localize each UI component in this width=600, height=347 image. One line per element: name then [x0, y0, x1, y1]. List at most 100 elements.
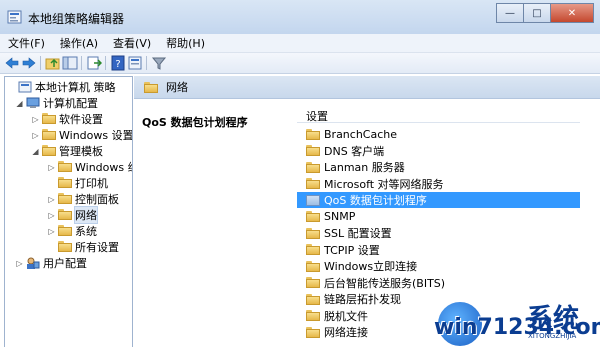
- tree-label: 管理模板: [59, 145, 103, 158]
- folder-icon: [306, 326, 320, 338]
- list-item-label: 链路层拓扑发现: [324, 293, 401, 306]
- menu-bar: 文件(F) 操作(A) 查看(V) 帮助(H): [0, 34, 600, 53]
- tree-node-printers[interactable]: 打印机: [47, 175, 108, 191]
- folder-icon: [58, 209, 72, 220]
- list-item-label: SSL 配置设置: [324, 227, 392, 240]
- tree-node-system[interactable]: ▷ 系统: [47, 223, 97, 239]
- list-item[interactable]: DNS 客户端: [297, 143, 580, 159]
- folder-icon: [306, 277, 320, 288]
- window-title: 本地组策略编辑器: [28, 12, 125, 26]
- folder-icon: [58, 177, 72, 188]
- list-item[interactable]: 后台智能传送服务(BITS): [297, 275, 580, 291]
- list-item-label: BranchCache: [324, 127, 398, 141]
- properties-icon[interactable]: [127, 55, 143, 71]
- list-item-label: TCPIP 设置: [324, 243, 380, 257]
- back-arrow-icon[interactable]: [4, 55, 20, 71]
- policy-folder-icon: [306, 194, 320, 206]
- list-item-label: 网络连接: [324, 326, 368, 339]
- forward-arrow-icon[interactable]: [21, 55, 37, 71]
- folder-icon: [306, 293, 320, 305]
- list-item[interactable]: BranchCache: [297, 126, 580, 142]
- tree-pane: 本地计算机 策略 ◢ 计算机配置 ▷ 软件设置 ▷ Windows 设置 ◢ 管…: [4, 76, 133, 347]
- folder-icon: [58, 225, 72, 236]
- tree-node-software-settings[interactable]: ▷ 软件设置: [31, 111, 103, 127]
- column-header-setting[interactable]: 设置: [297, 108, 580, 123]
- minimize-button[interactable]: —: [496, 3, 523, 23]
- policy-icon: [18, 81, 32, 93]
- menu-action[interactable]: 操作(A): [52, 35, 105, 51]
- folder-icon: [42, 129, 56, 140]
- list-item[interactable]: SSL 配置设置: [297, 225, 580, 241]
- tree-node-network[interactable]: ▷ 网络: [47, 206, 98, 224]
- tree-label: 所有设置: [75, 241, 119, 254]
- collapsed-arrow-icon[interactable]: ▷: [47, 195, 56, 204]
- collapsed-arrow-icon[interactable]: ▷: [47, 227, 56, 236]
- list-item-label: Microsoft 对等网络服务: [324, 177, 444, 191]
- tree-node-user-config[interactable]: ▷ 用户配置: [15, 255, 87, 271]
- tree-node-control-panel[interactable]: ▷ 控制面板: [47, 191, 119, 207]
- list-item-label: QoS 数据包计划程序: [324, 194, 427, 207]
- show-hide-tree-icon[interactable]: [62, 55, 78, 71]
- toolbar-separator: [146, 56, 147, 70]
- toolbar: ?: [0, 53, 600, 74]
- help-icon[interactable]: ?: [110, 55, 126, 71]
- folder-icon: [144, 81, 158, 93]
- collapsed-arrow-icon[interactable]: ▷: [31, 115, 40, 124]
- maximize-button[interactable]: □: [523, 3, 550, 23]
- tree-node-computer-config[interactable]: ◢ 计算机配置: [15, 95, 98, 111]
- tree-node-admin-templates[interactable]: ◢ 管理模板: [31, 143, 103, 159]
- tree-node-all-settings[interactable]: 所有设置: [47, 239, 119, 255]
- list-item-label: Windows立即连接: [324, 260, 418, 273]
- folder-icon: [58, 241, 72, 252]
- export-list-icon[interactable]: [86, 55, 102, 71]
- tree-node-windows-components[interactable]: ▷ Windows 组: [47, 159, 133, 175]
- folder-icon: [306, 310, 320, 321]
- tree-node-windows-settings[interactable]: ▷ Windows 设置: [31, 127, 132, 143]
- list-item[interactable]: TCPIP 设置: [297, 242, 580, 258]
- list-item[interactable]: QoS 数据包计划程序: [297, 192, 580, 208]
- tree-label: 系统: [75, 225, 97, 238]
- watermark-url: XITONGZHIJIA: [528, 332, 577, 340]
- list-item-label: DNS 客户端: [324, 144, 385, 158]
- tree-label: 用户配置: [43, 257, 87, 270]
- folder-icon: [58, 161, 72, 172]
- folder-icon: [42, 113, 56, 124]
- list-item[interactable]: Lanman 服务器: [297, 159, 580, 175]
- folder-icon: [306, 244, 320, 255]
- list-item-label: Lanman 服务器: [324, 161, 405, 174]
- folder-icon: [58, 193, 72, 204]
- folder-icon: [306, 227, 320, 239]
- list-item[interactable]: SNMP: [297, 209, 580, 225]
- close-button[interactable]: ✕: [550, 3, 594, 23]
- menu-file[interactable]: 文件(F): [0, 35, 52, 51]
- list-item[interactable]: Microsoft 对等网络服务: [297, 176, 580, 192]
- toolbar-separator: [40, 56, 41, 70]
- up-folder-icon[interactable]: [45, 55, 61, 71]
- policy-editor-icon: [7, 10, 22, 24]
- folder-icon: [306, 178, 320, 189]
- tree-label: 计算机配置: [43, 97, 98, 110]
- expanded-arrow-icon[interactable]: ◢: [15, 99, 24, 108]
- tree-node-local-computer-policy[interactable]: 本地计算机 策略: [7, 79, 116, 95]
- expanded-arrow-icon[interactable]: ◢: [31, 147, 40, 156]
- collapsed-arrow-icon[interactable]: ▷: [15, 259, 24, 268]
- list-item[interactable]: Windows立即连接: [297, 258, 580, 274]
- watermark-cn-text: 系统: [527, 304, 580, 334]
- folder-icon: [306, 260, 320, 272]
- watermark: win71234.com 系统 XITONGZHIJIA: [430, 298, 600, 347]
- caption-buttons: — □ ✕: [496, 3, 594, 23]
- collapsed-arrow-icon[interactable]: ▷: [47, 211, 56, 220]
- collapsed-arrow-icon[interactable]: ▷: [31, 131, 40, 140]
- title-bar[interactable]: 本地组策略编辑器 — □ ✕: [0, 0, 600, 34]
- menu-help[interactable]: 帮助(H): [158, 35, 212, 51]
- menu-view[interactable]: 查看(V): [105, 35, 158, 51]
- tree-label: Windows 组: [75, 161, 133, 174]
- collapsed-arrow-icon[interactable]: ▷: [47, 163, 56, 172]
- computer-icon: [26, 97, 40, 108]
- folder-icon: [306, 161, 320, 173]
- tree-label: 打印机: [75, 177, 108, 190]
- filter-icon[interactable]: [151, 55, 167, 71]
- group-policy-editor-window: 本地组策略编辑器 — □ ✕ 文件(F) 操作(A) 查看(V) 帮助(H) ?…: [0, 0, 600, 347]
- folder-icon: [306, 128, 320, 140]
- svg-text:?: ?: [115, 59, 120, 70]
